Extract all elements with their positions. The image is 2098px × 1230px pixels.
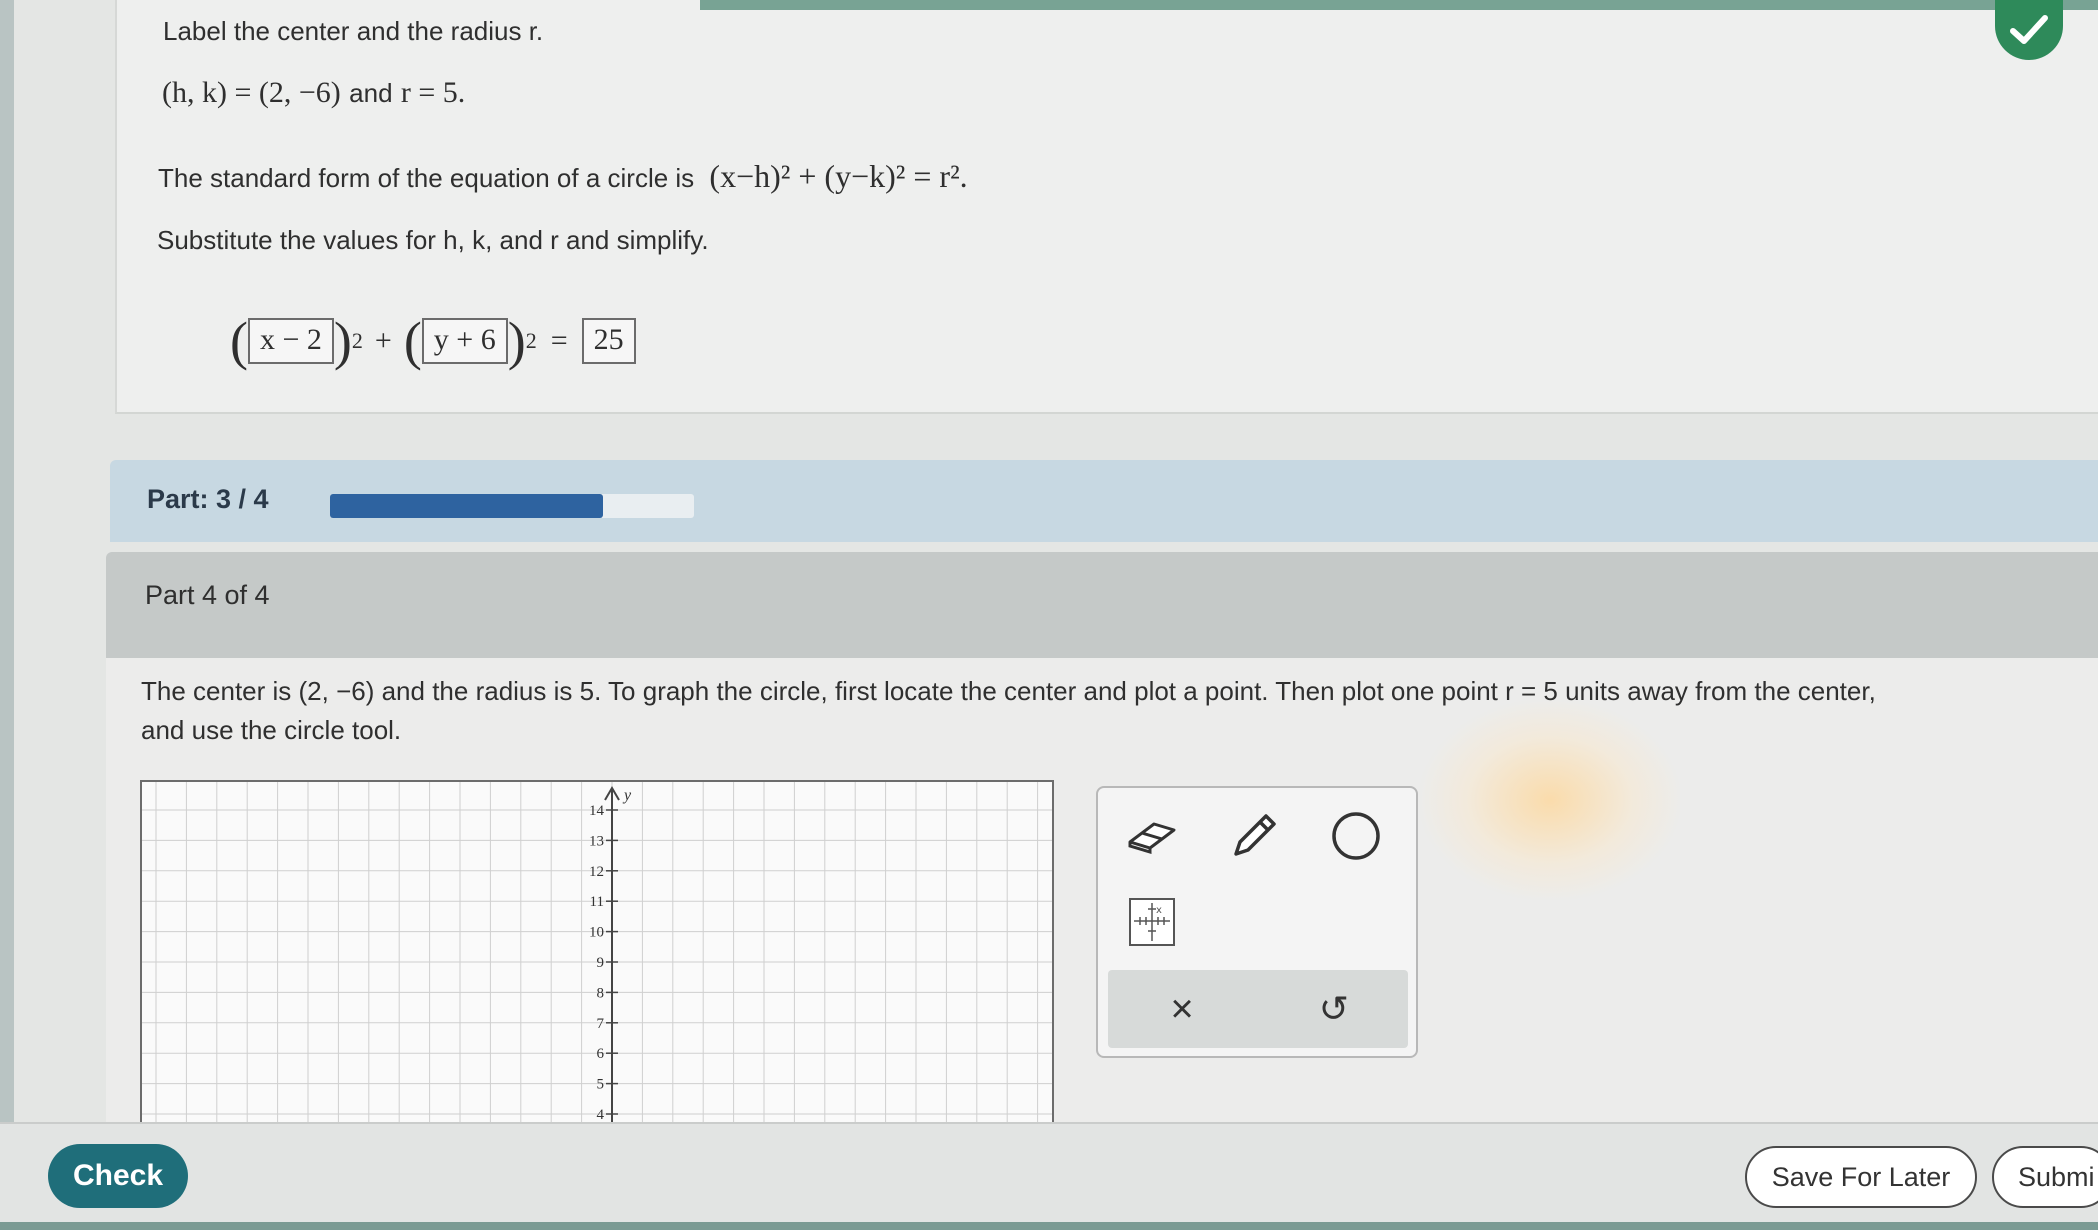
graph-table-tool[interactable]: x (1118, 888, 1186, 956)
exponent-1: 2 (351, 328, 363, 353)
open-paren-1: ( (230, 311, 248, 371)
y-tick-label: 6 (597, 1046, 605, 1062)
graph-canvas[interactable]: y 14 13 12 11 10 9 8 7 6 5 4 (140, 780, 1054, 1122)
close-paren-1: ) (333, 311, 352, 371)
y-tick-label: 8 (597, 985, 605, 1001)
equals-sign: = (550, 324, 568, 357)
instruction-label: Label the center and the radius r. (163, 16, 544, 46)
progress-track (330, 494, 694, 518)
y-tick-label: 4 (597, 1107, 605, 1122)
checkmark-icon (2010, 15, 2048, 44)
standard-form-text: The standard form of the equation of a c… (158, 163, 695, 193)
center-equation: (h, k) = (2, −6) (162, 76, 341, 109)
save-for-later-button[interactable]: Save For Later (1745, 1146, 1977, 1208)
standard-form-row: The standard form of the equation of a c… (158, 158, 968, 195)
toolbox-actions: × ↺ (1108, 970, 1408, 1048)
undo-button[interactable]: ↺ (1294, 974, 1374, 1044)
y-tick-label: 14 (589, 803, 605, 819)
answer-equation: ( x − 2 ) 2 + ( y + 6 ) 2 = 25 (230, 310, 636, 372)
y-tick-label: 5 (597, 1077, 605, 1093)
svg-text:x: x (1156, 905, 1162, 916)
y-tick-label: 10 (589, 925, 604, 941)
graph-table-icon: x (1129, 898, 1175, 946)
eraser-tool[interactable] (1118, 802, 1186, 870)
y-tick-label: 11 (590, 894, 604, 910)
standard-form-equation: (x−h)² + (y−k)² = r². (709, 158, 968, 194)
plus-sign: + (374, 324, 392, 357)
clear-button[interactable]: × (1142, 974, 1222, 1044)
graph-toolbox: x × ↺ (1096, 786, 1418, 1058)
answer-input-x[interactable]: x − 2 (247, 318, 334, 364)
graph-instructions-line2: and use the circle tool. (141, 715, 402, 745)
radius-equation: r = 5. (400, 76, 466, 109)
y-axis-label: y (622, 787, 632, 804)
y-tick-label: 12 (589, 864, 604, 880)
circle-tool-icon (1332, 812, 1380, 860)
part-title: Part 4 of 4 (145, 580, 270, 610)
and-word: and (349, 78, 393, 108)
part-progress-label: Part: 3 / 4 (147, 484, 269, 514)
progress-fill (330, 494, 603, 518)
part-header (106, 552, 2098, 658)
eraser-icon (1128, 822, 1176, 855)
circle-tool[interactable] (1322, 802, 1390, 870)
submit-button[interactable]: Submi (1992, 1146, 2098, 1208)
y-tick-label: 7 (597, 1016, 605, 1032)
y-tick-label: 9 (597, 955, 605, 971)
close-paren-2: ) (507, 311, 526, 371)
top-accent-strip (700, 0, 2098, 10)
graph-grid[interactable]: y 14 13 12 11 10 9 8 7 6 5 4 (142, 782, 1054, 1122)
check-button[interactable]: Check (48, 1144, 188, 1208)
graph-instructions-line1: The center is (2, −6) and the radius is … (141, 676, 1876, 706)
footer-strip (0, 1222, 2098, 1230)
exponent-2: 2 (525, 328, 537, 353)
pencil-tool[interactable] (1220, 802, 1288, 870)
center-values: (h, k) = (2, −6) and r = 5. (162, 76, 465, 110)
substitute-instruction: Substitute the values for h, k, and r an… (157, 225, 709, 255)
open-paren-2: ( (403, 311, 422, 371)
pencil-icon (1234, 814, 1276, 856)
answer-input-radius-squared[interactable]: 25 (581, 318, 636, 364)
y-tick-label: 13 (589, 833, 604, 849)
answer-input-y[interactable]: y + 6 (421, 318, 508, 364)
